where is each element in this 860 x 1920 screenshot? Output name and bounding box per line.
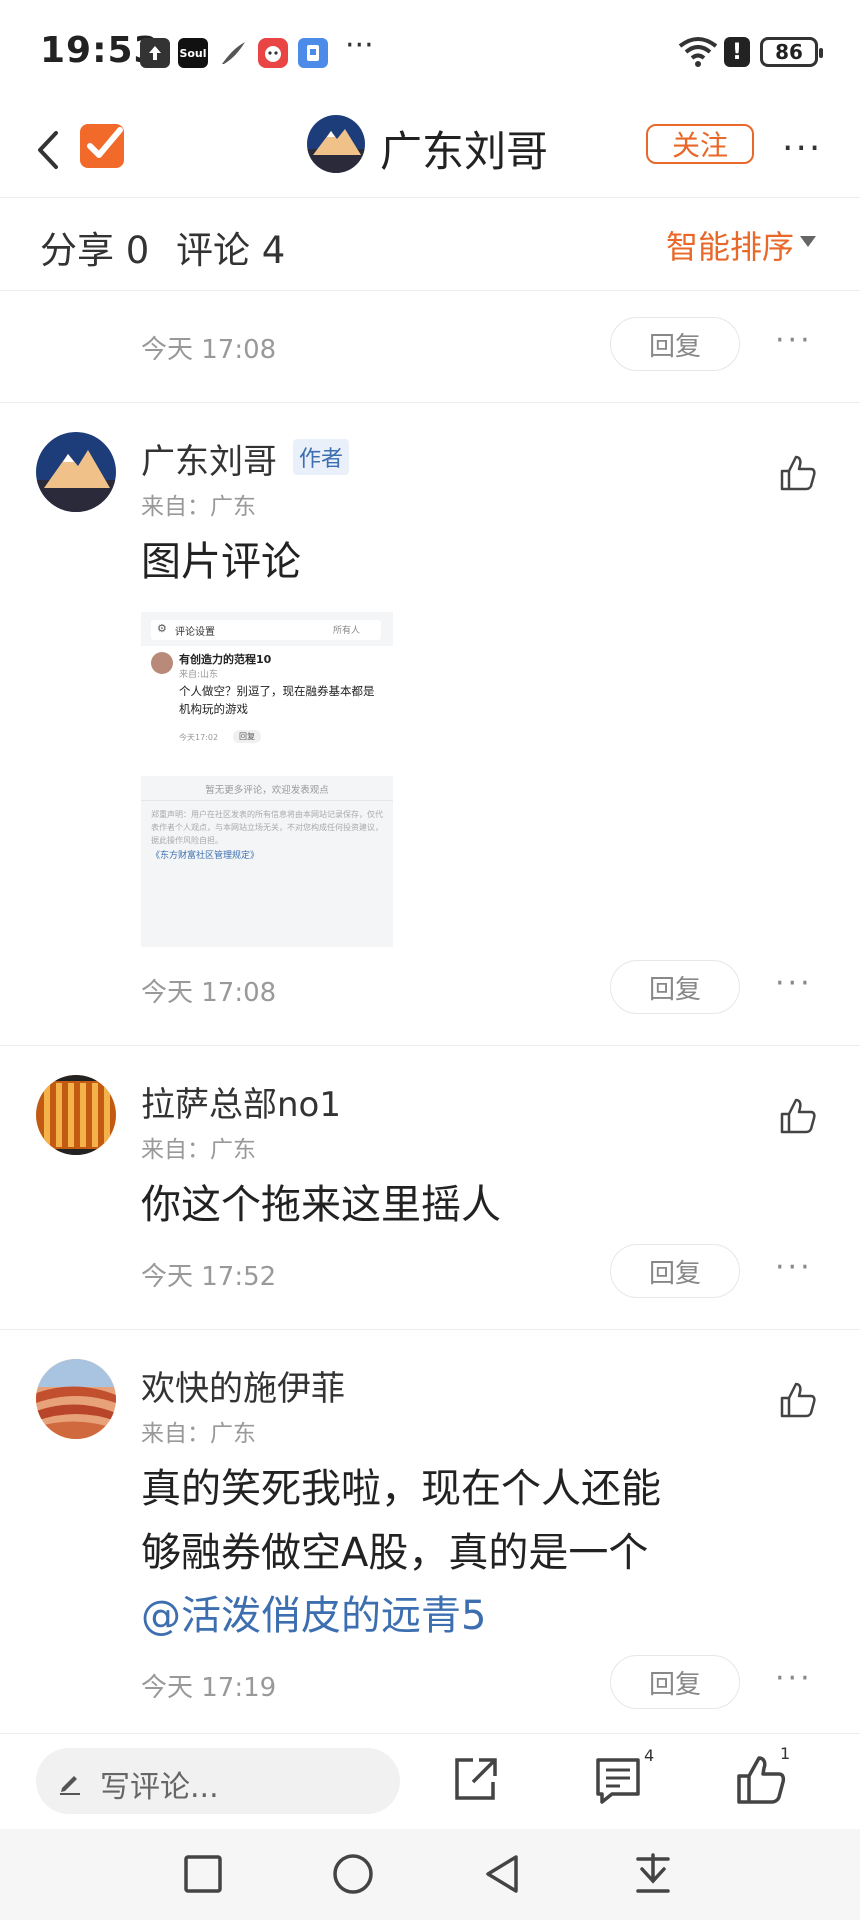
divider [0, 402, 860, 403]
page-title: 广东刘哥 [380, 127, 549, 176]
comment-text-line-1: 真的笑死我啦，现在个人还能 [141, 1466, 661, 1512]
author-avatar[interactable] [307, 115, 365, 173]
comment-more-icon[interactable]: ··· [775, 1661, 813, 1696]
comment-time: 今天 17:52 [141, 1262, 277, 1292]
comment-text: 你这个拖来这里摇人 [141, 1182, 501, 1228]
image-header-text: 评论设置 [175, 627, 215, 638]
comment-location: 来自：广东 [141, 1421, 256, 1447]
like-icon[interactable] [778, 1380, 818, 1420]
comment-username[interactable]: 广东刘哥 [141, 434, 277, 483]
avatar[interactable] [36, 1359, 116, 1439]
image-reply: 回复 [233, 730, 261, 743]
upload-icon [140, 38, 170, 68]
write-comment-placeholder: 写评论... [100, 1770, 219, 1805]
divider [0, 1329, 860, 1330]
divider [0, 1045, 860, 1046]
comment-more-icon[interactable]: ··· [775, 323, 813, 358]
like-count-badge: 1 [780, 1744, 791, 1763]
comment-username[interactable]: 欢快的施伊菲 [141, 1361, 345, 1410]
settings-icon: ⚙ [157, 622, 167, 635]
user-mention-link[interactable]: @活泼俏皮的远青5 [141, 1585, 486, 1647]
mascot-app-icon [258, 38, 288, 68]
comment-tabs: 分享 0 评论 4 智能排序 [0, 198, 860, 291]
image-avatar [151, 652, 173, 674]
follow-button[interactable]: 关注 [646, 124, 754, 164]
author-badge: 作者 [293, 439, 350, 475]
battery-icon: 86 [760, 37, 823, 67]
image-disclaimer: 郑重声明：用户在社区发表的所有信息将由本网站记录保存，仅代表作者个人观点，与本网… [151, 810, 383, 845]
bottom-action-bar: 写评论... 4 1 [0, 1733, 860, 1830]
dropdown-arrow-icon[interactable] [800, 236, 816, 247]
reply-button[interactable]: 回复 [610, 1244, 740, 1298]
write-comment-input[interactable]: 写评论... [36, 1748, 400, 1814]
avatar[interactable] [36, 1075, 116, 1155]
soul-app-icon: Soul [178, 38, 208, 68]
image-header-right: 所有人 [333, 626, 361, 636]
comment-text-line-2: 够融券做空A股，真的是一个 [141, 1530, 649, 1576]
status-overflow-icon: ··· [345, 28, 374, 63]
comments-icon[interactable] [592, 1754, 644, 1806]
recent-apps-icon[interactable] [180, 1851, 226, 1897]
tab-share[interactable]: 分享 0 [40, 220, 149, 274]
comment-time: 今天 17:08 [141, 335, 277, 365]
avatar[interactable] [36, 432, 116, 512]
reply-button[interactable]: 回复 [610, 960, 740, 1014]
back-icon[interactable] [30, 125, 70, 175]
image-comment-text: 个人做空？别逗了，现在融券基本都是机构玩的游戏 [179, 684, 375, 716]
reply-button[interactable]: 回复 [610, 317, 740, 371]
feather-app-icon [218, 38, 248, 68]
comment-time: 今天 17:08 [141, 978, 277, 1008]
share-icon[interactable] [449, 1754, 501, 1806]
comment-time: 今天 17:19 [141, 1673, 277, 1703]
more-options-icon[interactable]: ··· [782, 128, 822, 169]
wifi-icon [678, 37, 718, 67]
image-divider [141, 800, 393, 801]
comment-more-icon[interactable]: ··· [775, 1250, 813, 1285]
comment-image[interactable]: ⚙ 评论设置 所有人 有创造力的范程10 来自:山东 个人做空？别逗了，现在融券… [141, 612, 393, 947]
badge-app-icon [298, 38, 328, 68]
comment-text: 图片评论 [141, 539, 301, 585]
like-icon[interactable] [778, 1096, 818, 1136]
comment-location: 来自：广东 [141, 494, 256, 520]
home-icon[interactable] [330, 1851, 376, 1897]
like-icon[interactable] [778, 453, 818, 493]
checkbox-app-icon[interactable] [78, 120, 128, 170]
comment-username[interactable]: 拉萨总部no1 [141, 1077, 341, 1126]
sort-dropdown[interactable]: 智能排序 [666, 222, 794, 268]
pencil-icon [60, 1776, 80, 1795]
comment-location: 来自：广东 [141, 1137, 256, 1163]
collapse-icon[interactable] [630, 1851, 676, 1897]
image-empty-note: 暂无更多评论，欢迎发表观点 [205, 785, 329, 796]
comment-more-icon[interactable]: ··· [775, 966, 813, 1001]
system-navigation-bar [0, 1829, 860, 1920]
image-from: 来自:山东 [179, 670, 219, 680]
image-username: 有创造力的范程10 [179, 653, 272, 666]
status-bar: 19:53 Soul ··· ! 86 [0, 0, 860, 105]
alert-icon: ! [724, 37, 750, 67]
image-rules-link: 《东方财富社区管理规定》 [151, 851, 260, 861]
comment-count-badge: 4 [644, 1746, 655, 1765]
reply-button[interactable]: 回复 [610, 1655, 740, 1709]
image-time: 今天17:02 [179, 733, 219, 742]
tab-comments[interactable]: 评论 4 [176, 220, 285, 274]
back-nav-icon[interactable] [480, 1851, 526, 1897]
